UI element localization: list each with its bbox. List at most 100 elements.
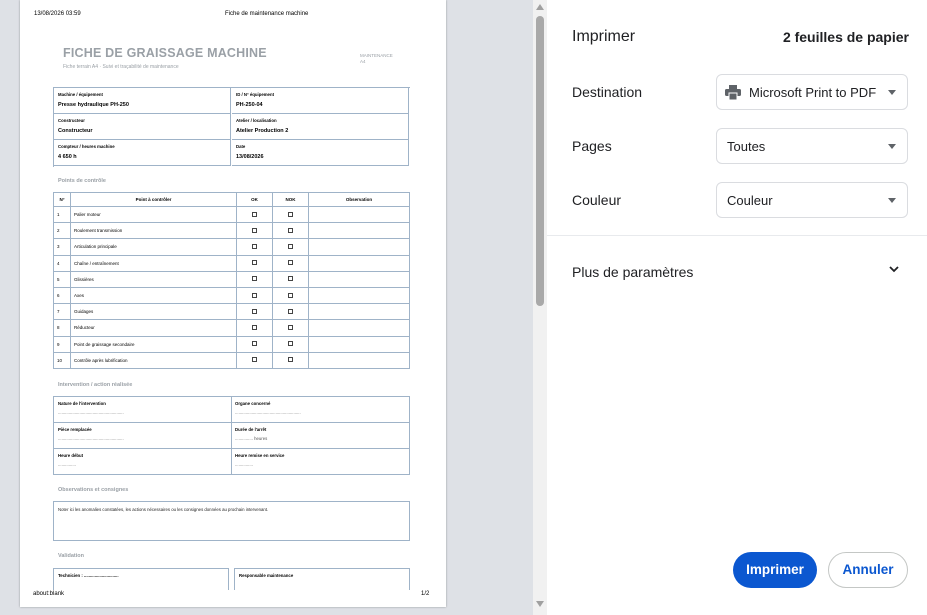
info-value: 4 650 h: [58, 154, 77, 160]
col-header-observation: Observation: [308, 192, 410, 207]
checkpoint-item: Guidages: [70, 303, 237, 321]
ok-checkbox[interactable]: [252, 227, 257, 233]
print-settings-panel: Imprimer 2 feuilles de papier Destinatio…: [547, 0, 927, 615]
info-label: Atelier / localisation: [236, 118, 277, 123]
ok-cell: [236, 254, 273, 272]
ok-checkbox[interactable]: [252, 324, 257, 330]
ok-cell: [236, 351, 273, 369]
info-cell: Atelier / localisation Atelier Productio…: [232, 114, 409, 140]
observation-cell: [308, 335, 410, 353]
observation-cell: [308, 319, 410, 337]
info-cell: Machine / équipement Presse hydraulique …: [54, 88, 231, 114]
ok-cell: [236, 303, 273, 321]
nok-cell: [272, 270, 309, 288]
observation-cell: [308, 205, 410, 224]
info-label: Machine / équipement: [58, 92, 103, 97]
checkpoint-number: 8: [53, 319, 71, 337]
nok-checkbox[interactable]: [288, 357, 293, 363]
cancel-button[interactable]: Annuler: [828, 552, 908, 588]
section-checkpoints-title: Points de contrôle: [58, 178, 106, 184]
checkpoint-item: Point de graissage secondaire: [70, 335, 237, 353]
info-label: Compteur / heures machine: [58, 144, 115, 149]
intervention-label: Nature de l'intervention: [58, 401, 106, 406]
table-row: 6 Axes: [53, 286, 410, 305]
checkpoint-item: Roulement transmission: [70, 222, 237, 240]
nok-checkbox[interactable]: [288, 341, 293, 347]
nok-checkbox[interactable]: [288, 211, 293, 217]
intervention-label: Organe concerné: [235, 401, 271, 406]
intervention-label: Heure remise en service: [235, 453, 285, 458]
observation-cell: [308, 254, 410, 272]
scrollbar-thumb[interactable]: [536, 16, 544, 306]
observation-cell: [308, 238, 410, 256]
observation-cell: [308, 222, 410, 240]
doc-tag-line2: A4: [360, 59, 366, 64]
nok-checkbox[interactable]: [288, 227, 293, 233]
ok-cell: [236, 205, 273, 224]
color-label: Couleur: [572, 192, 622, 208]
checkpoint-number: 6: [53, 286, 71, 305]
ok-cell: [236, 222, 273, 240]
color-select[interactable]: Couleur: [716, 182, 908, 218]
nok-checkbox[interactable]: [288, 324, 293, 330]
ok-checkbox[interactable]: [252, 292, 257, 298]
dropdown-arrow-icon: [888, 90, 896, 95]
ok-checkbox[interactable]: [252, 243, 257, 249]
nok-cell: [272, 286, 309, 305]
ok-checkbox[interactable]: [252, 341, 257, 347]
printer-icon: [725, 85, 741, 100]
scroll-up-arrow-icon[interactable]: [536, 4, 544, 10]
nok-checkbox[interactable]: [288, 292, 293, 298]
info-label: Date: [236, 144, 246, 149]
ok-cell: [236, 270, 273, 288]
destination-select[interactable]: Microsoft Print to PDF: [716, 74, 908, 110]
ok-checkbox[interactable]: [252, 357, 257, 363]
nok-cell: [272, 303, 309, 321]
ok-checkbox[interactable]: [252, 308, 257, 314]
table-row: 3 Articulation principale: [53, 238, 410, 256]
nok-cell: [272, 205, 309, 224]
print-button[interactable]: Imprimer: [733, 552, 817, 588]
ok-checkbox[interactable]: [252, 260, 257, 266]
validation-technician-box: Technicien : ...........................…: [53, 568, 229, 590]
intervention-line: ............... heures: [235, 436, 268, 441]
nok-checkbox[interactable]: [288, 243, 293, 249]
checkpoint-item: Réducteur: [70, 319, 237, 337]
section-observations-title: Observations et consignes: [58, 487, 129, 493]
ok-checkbox[interactable]: [252, 276, 257, 282]
table-header-row: N° Point à contrôler OK NOK Observation: [53, 192, 410, 207]
chevron-down-icon[interactable]: [887, 262, 901, 276]
intervention-line: ...............: [58, 462, 76, 467]
info-cell: Date 13/08/2026: [232, 140, 409, 166]
col-header-ok: OK: [236, 192, 273, 207]
info-value: 13/08/2026: [236, 154, 264, 160]
destination-label: Destination: [572, 84, 643, 100]
scroll-down-arrow-icon[interactable]: [536, 601, 544, 607]
preview-scrollbar[interactable]: [533, 0, 547, 615]
info-cell: ID / N° équipement PH-250-04: [232, 88, 409, 114]
equipment-info-box: Machine / équipement Presse hydraulique …: [53, 87, 410, 167]
ok-cell: [236, 286, 273, 305]
nok-cell: [272, 254, 309, 272]
pages-select[interactable]: Toutes: [716, 128, 908, 164]
dropdown-arrow-icon: [888, 198, 896, 203]
nok-checkbox[interactable]: [288, 260, 293, 266]
more-settings-toggle[interactable]: Plus de paramètres: [572, 264, 693, 280]
nok-cell: [272, 319, 309, 337]
intervention-line: ........................................…: [235, 410, 301, 415]
checkpoint-number: 4: [53, 254, 71, 272]
nok-checkbox[interactable]: [288, 308, 293, 314]
col-header-nok: NOK: [272, 192, 309, 207]
checkpoint-number: 2: [53, 222, 71, 240]
ok-checkbox[interactable]: [252, 211, 257, 217]
section-validation-title: Validation: [58, 553, 84, 559]
ok-cell: [236, 335, 273, 353]
info-label: Constructeur: [58, 118, 85, 123]
nok-cell: [272, 335, 309, 353]
info-value: Atelier Production 2: [236, 128, 289, 134]
info-cell: Constructeur Constructeur: [54, 114, 231, 140]
info-cell: Compteur / heures machine 4 650 h: [54, 140, 231, 166]
intervention-line: ........................................…: [58, 410, 124, 415]
nok-checkbox[interactable]: [288, 276, 293, 282]
checkpoints-table: N° Point à contrôler OK NOK Observation …: [53, 192, 410, 369]
